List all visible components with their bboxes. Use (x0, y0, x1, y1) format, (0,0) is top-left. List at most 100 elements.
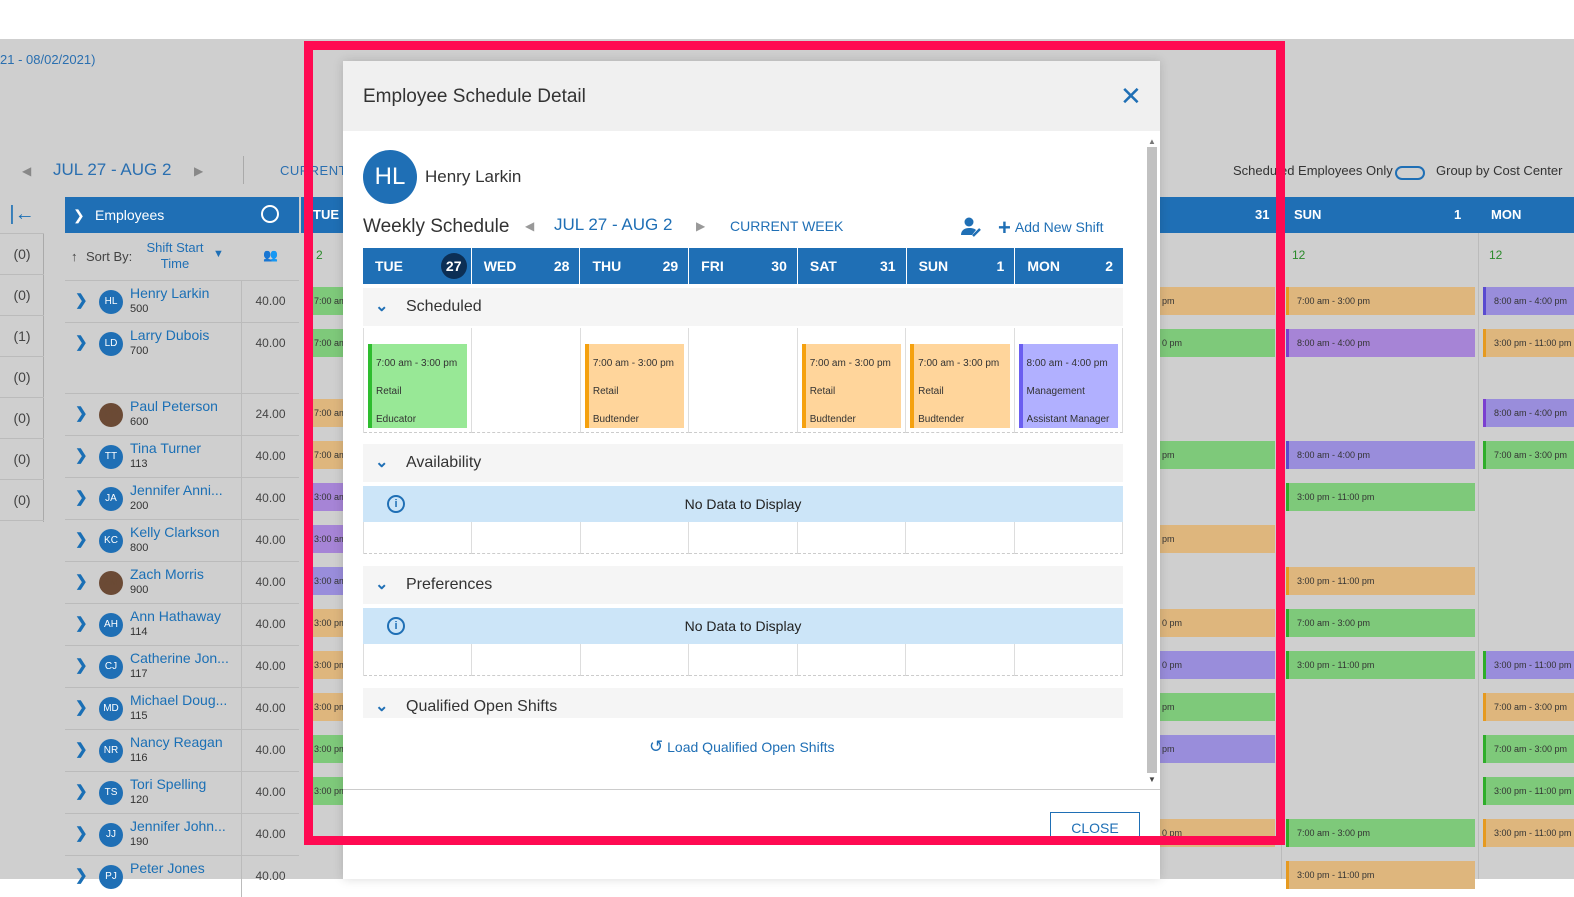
employee-row[interactable]: ❯ HL Henry Larkin 500 40.00 (65, 280, 299, 322)
add-new-shift-button[interactable]: + Add New Shift (998, 215, 1104, 241)
expand-chevron-icon[interactable]: ❯ (75, 291, 88, 309)
day-cell[interactable] (472, 522, 581, 554)
shift-chip[interactable]: 3:00 pm - 11:00 pm (1286, 861, 1475, 889)
day-cell[interactable] (906, 522, 1015, 554)
employee-name-link[interactable]: Larry Dubois (130, 327, 240, 343)
employee-row[interactable]: ❯ MD Michael Doug... 115 40.00 (65, 687, 299, 729)
expand-chevron-icon[interactable]: ❯ (75, 824, 88, 842)
shift-chip-partial[interactable]: 3:00 pm (312, 777, 343, 805)
shift-chip-partial[interactable]: 7:00 am (312, 441, 343, 469)
expand-chevron-icon[interactable]: ❯ (75, 404, 88, 422)
shift-chip[interactable]: 8:00 am - 4:00 pm (1286, 441, 1475, 469)
shift-chip-partial[interactable]: pm (1160, 287, 1275, 315)
day-cell[interactable] (689, 328, 798, 433)
day-cell[interactable] (472, 644, 581, 676)
employee-name-link[interactable]: Paul Peterson (130, 398, 240, 414)
prev-week-arrow[interactable]: ◀ (22, 160, 31, 180)
shift-chip[interactable]: 7:00 am - 3:00 pm (1483, 441, 1574, 469)
close-icon[interactable]: ✕ (1120, 83, 1142, 109)
shift-chip-partial[interactable]: 3:00 am (312, 525, 343, 553)
day-cell[interactable]: 7:00 am - 3:00 pm Retail Educator (364, 328, 473, 433)
expand-chevron-icon[interactable]: ❯ (75, 782, 88, 800)
expand-chevron-icon[interactable]: ❯ (75, 614, 88, 632)
employee-row[interactable]: ❯ PP Paul Peterson 600 24.00 (65, 393, 299, 435)
employee-name-link[interactable]: Tori Spelling (130, 776, 240, 792)
assign-person-icon[interactable] (960, 216, 982, 238)
day-cell[interactable] (689, 644, 798, 676)
shift-chip[interactable]: 3:00 pm - 11:00 pm (1286, 651, 1475, 679)
employee-name-link[interactable]: Kelly Clarkson (130, 524, 240, 540)
shift-card[interactable]: 8:00 am - 4:00 pm Management Assistant Man… (1018, 344, 1118, 428)
shift-chip-partial[interactable]: 7:00 am (312, 329, 343, 357)
prev-week-icon[interactable]: ◀ (525, 219, 534, 233)
shift-card[interactable]: 7:00 am - 3:00 pm Retail Budtender (584, 344, 685, 428)
day-cell[interactable] (1014, 522, 1123, 554)
shift-chip[interactable]: 3:00 pm - 11:00 pm (1286, 567, 1475, 595)
employee-name-link[interactable]: Ann Hathaway (130, 608, 240, 624)
day-cell[interactable] (364, 522, 473, 554)
shift-chip-partial[interactable]: pm (1160, 693, 1275, 721)
employees-header[interactable]: ❯ Employees (65, 197, 299, 233)
expand-chevron-icon[interactable]: ❯ (75, 740, 88, 758)
day-cell[interactable] (472, 328, 581, 433)
employee-row[interactable]: ❯ PJ Peter Jones 40.00 (65, 855, 299, 897)
employee-name-link[interactable]: Henry Larkin (130, 285, 240, 301)
shift-chip-partial[interactable]: 7:00 am (312, 399, 343, 427)
shift-chip-partial[interactable]: pm (1160, 441, 1275, 469)
scroll-up-icon[interactable]: ▲ (1148, 137, 1156, 146)
collapse-panel-icon[interactable]: |← (0, 196, 44, 234)
employee-row[interactable]: ❯ TT Tina Turner 113 40.00 (65, 435, 299, 477)
expand-chevron-icon[interactable]: ❯ (75, 333, 88, 351)
day-cell[interactable] (797, 644, 907, 676)
employee-row[interactable]: ❯ JA Jennifer Anni... 200 40.00 (65, 477, 299, 519)
shift-chip[interactable]: 7:00 am - 3:00 pm (1483, 693, 1574, 721)
shift-chip-partial[interactable]: 0 pm (1160, 329, 1275, 357)
employee-name-link[interactable]: Tina Turner (130, 440, 240, 456)
expand-chevron-icon[interactable]: ❯ (75, 698, 88, 716)
employee-row[interactable]: ❯ ZM Zach Morris 900 40.00 (65, 561, 299, 603)
expand-chevron-icon[interactable]: ❯ (75, 488, 88, 506)
sort-value[interactable]: Shift Start Time (139, 240, 211, 272)
shift-chip[interactable]: 7:00 am - 3:00 pm (1483, 735, 1574, 763)
shift-chip[interactable]: 3:00 pm - 11:00 pm (1286, 483, 1475, 511)
expand-chevron-icon[interactable]: ❯ (75, 572, 88, 590)
expand-chevron-icon[interactable]: ❯ (75, 656, 88, 674)
shift-chip-partial[interactable]: 3:00 pm (312, 735, 343, 763)
employee-name-link[interactable]: Jennifer John... (130, 818, 240, 834)
employee-name-link[interactable]: Nancy Reagan (130, 734, 240, 750)
shift-chip[interactable]: 8:00 am - 4:00 pm (1483, 399, 1574, 427)
employee-name-link[interactable]: Catherine Jon... (130, 650, 240, 666)
employee-row[interactable]: ❯ CJ Catherine Jon... 117 40.00 (65, 645, 299, 687)
day-cell[interactable]: 8:00 am - 4:00 pm Management Assistant Man… (1014, 328, 1123, 433)
shift-card[interactable]: 7:00 am - 3:00 pm Retail Educator (368, 344, 468, 428)
day-cell[interactable] (364, 644, 473, 676)
modal-scrollbar[interactable]: ▲ ▼ (1144, 133, 1158, 789)
people-icon[interactable]: 👥 (263, 248, 278, 262)
shift-chip-partial[interactable]: 3:00 pm (312, 693, 343, 721)
day-cell[interactable]: 7:00 am - 3:00 pm Retail Budtender (580, 328, 690, 433)
shift-card[interactable]: 7:00 am - 3:00 pm Retail Budtender (801, 344, 902, 428)
employee-row[interactable]: ❯ AH Ann Hathaway 114 40.00 (65, 603, 299, 645)
expand-chevron-icon[interactable]: ❯ (75, 866, 88, 884)
shift-chip-partial[interactable]: 3:00 am (312, 483, 343, 511)
day-cell[interactable] (797, 522, 907, 554)
expand-chevron-icon[interactable]: ❯ (75, 446, 88, 464)
day-cell[interactable]: 7:00 am - 3:00 pm Retail Budtender (906, 328, 1015, 433)
close-button[interactable]: CLOSE (1050, 812, 1140, 842)
day-cell[interactable] (689, 522, 798, 554)
employee-row[interactable]: ❯ KC Kelly Clarkson 800 40.00 (65, 519, 299, 561)
section-scheduled[interactable]: ⌄ Scheduled (363, 288, 1123, 326)
shift-chip-partial[interactable]: 3:00 pm (312, 651, 343, 679)
shift-chip-partial[interactable]: 0 pm (1160, 609, 1275, 637)
shift-chip[interactable]: 8:00 am - 4:00 pm (1286, 329, 1475, 357)
day-cell[interactable] (906, 644, 1015, 676)
current-week-link[interactable]: CURRENT WEEK (730, 218, 843, 234)
employee-row[interactable]: ❯ NR Nancy Reagan 116 40.00 (65, 729, 299, 771)
shift-chip[interactable]: 3:00 pm - 11:00 pm (1483, 819, 1574, 847)
shift-chip[interactable]: 7:00 am - 3:00 pm (1286, 609, 1475, 637)
day-cell[interactable] (1014, 644, 1123, 676)
shift-chip[interactable]: 8:00 am - 4:00 pm (1483, 287, 1574, 315)
shift-chip[interactable]: 3:00 pm - 11:00 pm (1483, 651, 1574, 679)
section-availability[interactable]: ⌄ Availability (363, 444, 1123, 482)
employee-name-link[interactable]: Zach Morris (130, 566, 240, 582)
